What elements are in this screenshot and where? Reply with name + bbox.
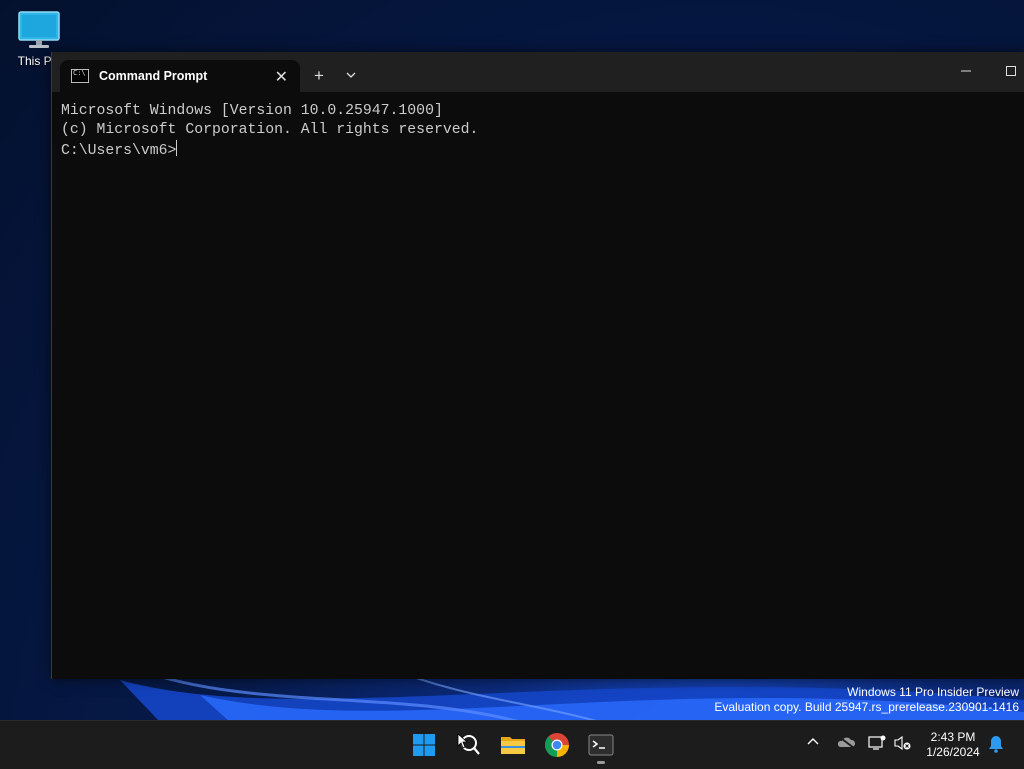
chrome-icon[interactable] [541, 729, 573, 761]
terminal-line: Microsoft Windows [Version 10.0.25947.10… [61, 103, 443, 119]
onedrive-icon[interactable] [836, 735, 856, 752]
network-icon[interactable] [868, 735, 886, 754]
cmd-icon: C:\ [71, 69, 89, 83]
start-icon[interactable] [408, 729, 440, 761]
terminal-prompt: C:\Users\vm6> [61, 143, 177, 159]
close-tab-button[interactable]: ✕ [275, 67, 288, 87]
terminal-icon[interactable] [585, 729, 617, 761]
terminal-output[interactable]: Microsoft Windows [Version 10.0.25947.10… [61, 102, 478, 161]
file-explorer-icon[interactable] [497, 729, 529, 761]
search-icon[interactable] [452, 729, 484, 761]
taskbar: 2:43 PM 1/26/2024 [0, 720, 1024, 769]
terminal-prompt-line: C:\Users\vm6> [61, 140, 478, 161]
chevron-up-icon[interactable] [806, 735, 820, 752]
clock-time: 2:43 PM [930, 730, 976, 744]
terminal-window: C:\ Command Prompt ✕ + Microsoft Windows… [51, 52, 1024, 679]
text-cursor [176, 140, 178, 156]
volume-muted-icon[interactable] [894, 735, 912, 754]
watermark-line: Evaluation copy. Build 25947.rs_prerelea… [714, 700, 1019, 714]
clock-date: 1/26/2024 [926, 745, 980, 759]
evaluation-watermark: Windows 11 Pro Insider Preview Evaluatio… [714, 685, 1019, 715]
monitor-icon [18, 10, 60, 50]
tab-command-prompt[interactable]: C:\ Command Prompt ✕ [60, 60, 300, 92]
minimize-button[interactable] [960, 64, 972, 76]
tab-title: Command Prompt [99, 69, 208, 83]
title-bar[interactable]: C:\ Command Prompt ✕ + [52, 52, 1024, 92]
maximize-button[interactable] [1005, 64, 1017, 76]
new-tab-button[interactable]: + [314, 66, 324, 86]
active-app-indicator [597, 761, 605, 764]
notification-bell-icon[interactable] [988, 735, 1004, 756]
terminal-line: (c) Microsoft Corporation. All rights re… [61, 122, 479, 138]
system-clock[interactable]: 2:43 PM 1/26/2024 [918, 730, 988, 760]
watermark-line: Windows 11 Pro Insider Preview [847, 685, 1019, 699]
chevron-down-icon[interactable] [344, 68, 358, 82]
